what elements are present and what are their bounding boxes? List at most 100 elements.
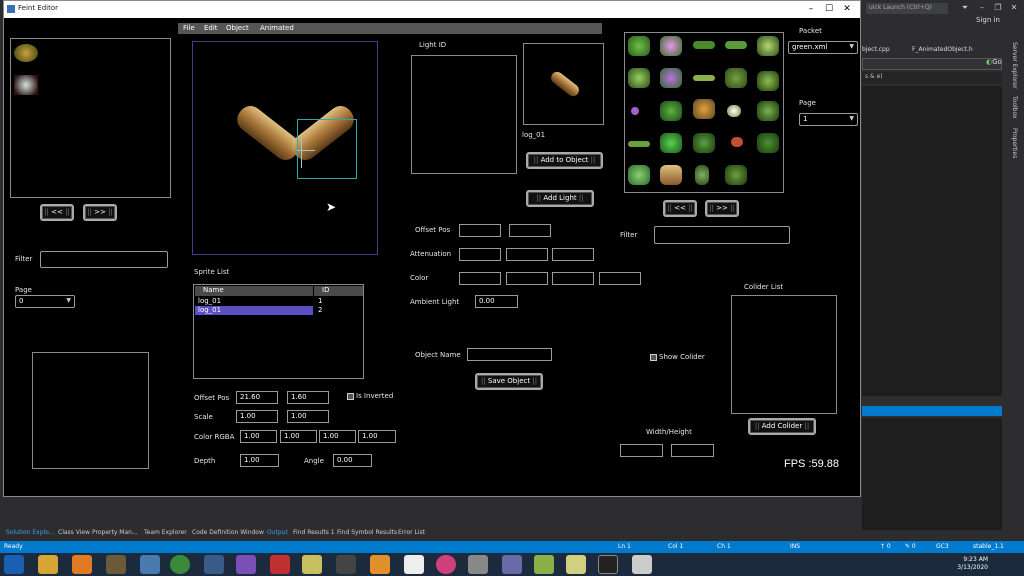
maximize-icon[interactable]: ☐ (822, 2, 836, 16)
menu-edit[interactable]: Edit (204, 24, 218, 32)
tile-thumb[interactable] (660, 36, 682, 56)
tile-thumb[interactable] (727, 105, 741, 117)
tile-thumb[interactable] (693, 99, 715, 119)
tile-thumb[interactable] (660, 165, 682, 185)
tab-team-explorer[interactable]: Team Explorer (144, 529, 187, 536)
tile-thumb[interactable] (757, 71, 779, 91)
scale-x-input[interactable]: 1.00 (236, 410, 278, 423)
app-icon-11[interactable] (534, 555, 554, 574)
add-to-object-button[interactable]: Add to Object (526, 152, 603, 169)
show-colider-checkbox[interactable]: Show Colider (650, 353, 705, 361)
app-icon-4[interactable] (270, 555, 290, 574)
server-explorer-tab[interactable]: Server Explorer (1011, 42, 1018, 89)
angle-input[interactable]: 0.00 (333, 454, 372, 467)
app-icon-9[interactable] (468, 555, 488, 574)
app-icon-13[interactable] (632, 555, 652, 574)
app-icon-5[interactable] (302, 555, 322, 574)
light-color-r-input[interactable] (459, 272, 501, 285)
color-b-input[interactable]: 1.00 (319, 430, 356, 443)
tile-thumb[interactable] (631, 107, 639, 115)
left-prev-button[interactable]: << (40, 204, 74, 221)
vs-member-combo[interactable] (862, 58, 1002, 70)
color-g-input[interactable]: 1.00 (280, 430, 317, 443)
palette-next-button[interactable]: >> (705, 200, 739, 217)
colider-width-input[interactable] (620, 444, 663, 457)
tab-class-view[interactable]: Class View (58, 529, 90, 536)
sprite-list[interactable]: Name ID log_01 1 log_01 2 (193, 284, 364, 379)
close-icon[interactable]: ✕ (840, 2, 854, 16)
light-color-a-input[interactable] (599, 272, 641, 285)
depth-input[interactable]: 1.00 (240, 454, 279, 467)
tile-thumb[interactable] (660, 68, 682, 88)
minimize-icon[interactable]: – (804, 2, 818, 16)
sprite-thumb-plants[interactable] (14, 44, 38, 62)
light-color-g-input[interactable] (506, 272, 548, 285)
sprite-viewport[interactable]: ➤ (192, 41, 378, 255)
vs-maximize-icon[interactable]: ❐ (991, 2, 1005, 13)
tab-error-list[interactable]: Error List (398, 529, 425, 536)
app-icon-3[interactable] (204, 555, 224, 574)
selection-box[interactable] (297, 119, 357, 179)
attenuation-2-input[interactable] (506, 248, 548, 261)
tile-thumb[interactable] (725, 68, 747, 88)
light-id-list[interactable] (411, 55, 517, 174)
app-icon-6[interactable] (336, 555, 356, 574)
tab-find-symbol-results[interactable]: Find Symbol Results (337, 529, 397, 536)
ambient-light-input[interactable]: 0.00 (475, 295, 518, 308)
sign-in-link[interactable]: Sign in (976, 16, 1000, 24)
chrome-icon[interactable] (170, 555, 190, 574)
offset-y-input[interactable]: 1.60 (287, 391, 329, 404)
feint-title-bar[interactable]: Feint Editor – ☐ ✕ (4, 1, 860, 18)
tile-thumb[interactable] (757, 133, 779, 153)
vs-editor-area[interactable] (862, 86, 1002, 396)
media-player-icon[interactable] (72, 555, 92, 574)
vs-filter-icon[interactable]: ⏷ (958, 2, 972, 13)
attenuation-3-input[interactable] (552, 248, 594, 261)
attenuation-1-input[interactable] (459, 248, 501, 261)
editor-tab-animated-object-h[interactable]: F_AnimatedObject.h (912, 46, 973, 53)
start-icon[interactable] (4, 555, 24, 574)
tile-thumb[interactable] (660, 133, 682, 153)
go-button[interactable]: ◐Go (986, 58, 1002, 66)
object-name-input[interactable] (467, 348, 552, 361)
console-icon[interactable] (598, 555, 618, 574)
sprite-browser-panel[interactable] (10, 38, 171, 198)
tab-property-manager[interactable]: Property Man... (92, 529, 138, 536)
packet-page-dropdown[interactable]: 1 ▼ (799, 113, 858, 126)
tile-thumb[interactable] (628, 36, 650, 56)
tab-find-results[interactable]: Find Results 1 (293, 529, 335, 536)
color-a-input[interactable]: 1.00 (358, 430, 396, 443)
menu-animated[interactable]: Animated (260, 24, 294, 32)
vs-output-panel[interactable] (862, 418, 1002, 530)
status-branch[interactable]: stable_1.1 (973, 543, 1004, 550)
app-icon-10[interactable] (502, 555, 522, 574)
add-light-button[interactable]: Add Light (526, 190, 594, 207)
tile-thumb[interactable] (695, 165, 709, 185)
vs-close-icon[interactable]: ✕ (1007, 2, 1021, 13)
tile-thumb[interactable] (693, 41, 715, 49)
app-icon-1[interactable] (106, 555, 126, 574)
light-offset-x-input[interactable] (459, 224, 501, 237)
properties-tab[interactable]: Properties (1011, 128, 1018, 158)
vs-minimize-icon[interactable]: – (975, 2, 989, 13)
is-inverted-checkbox[interactable]: Is Inverted (347, 392, 393, 400)
tile-thumb[interactable] (757, 101, 779, 121)
tile-palette[interactable] (624, 32, 784, 193)
visual-studio-icon[interactable] (236, 555, 256, 574)
tab-solution-explorer[interactable]: Solution Explo... (6, 529, 54, 536)
vs-scope-field[interactable]: s & e) (862, 72, 1002, 84)
tile-thumb[interactable] (731, 137, 743, 147)
tile-thumb[interactable] (693, 133, 715, 153)
light-offset-y-input[interactable] (509, 224, 551, 237)
colider-list[interactable] (731, 295, 837, 414)
tile-thumb[interactable] (628, 141, 650, 147)
left-next-button[interactable]: >> (83, 204, 117, 221)
editor-tab-object-cpp[interactable]: bject.cpp (862, 46, 890, 53)
sublime-icon[interactable] (370, 555, 390, 574)
file-explorer-icon[interactable] (38, 555, 58, 574)
status-repo[interactable]: GC3 (936, 543, 949, 550)
add-colider-button[interactable]: Add Colider (748, 418, 816, 435)
tile-thumb[interactable] (628, 165, 650, 185)
tile-thumb[interactable] (725, 165, 747, 185)
palette-filter-input[interactable] (654, 226, 790, 244)
